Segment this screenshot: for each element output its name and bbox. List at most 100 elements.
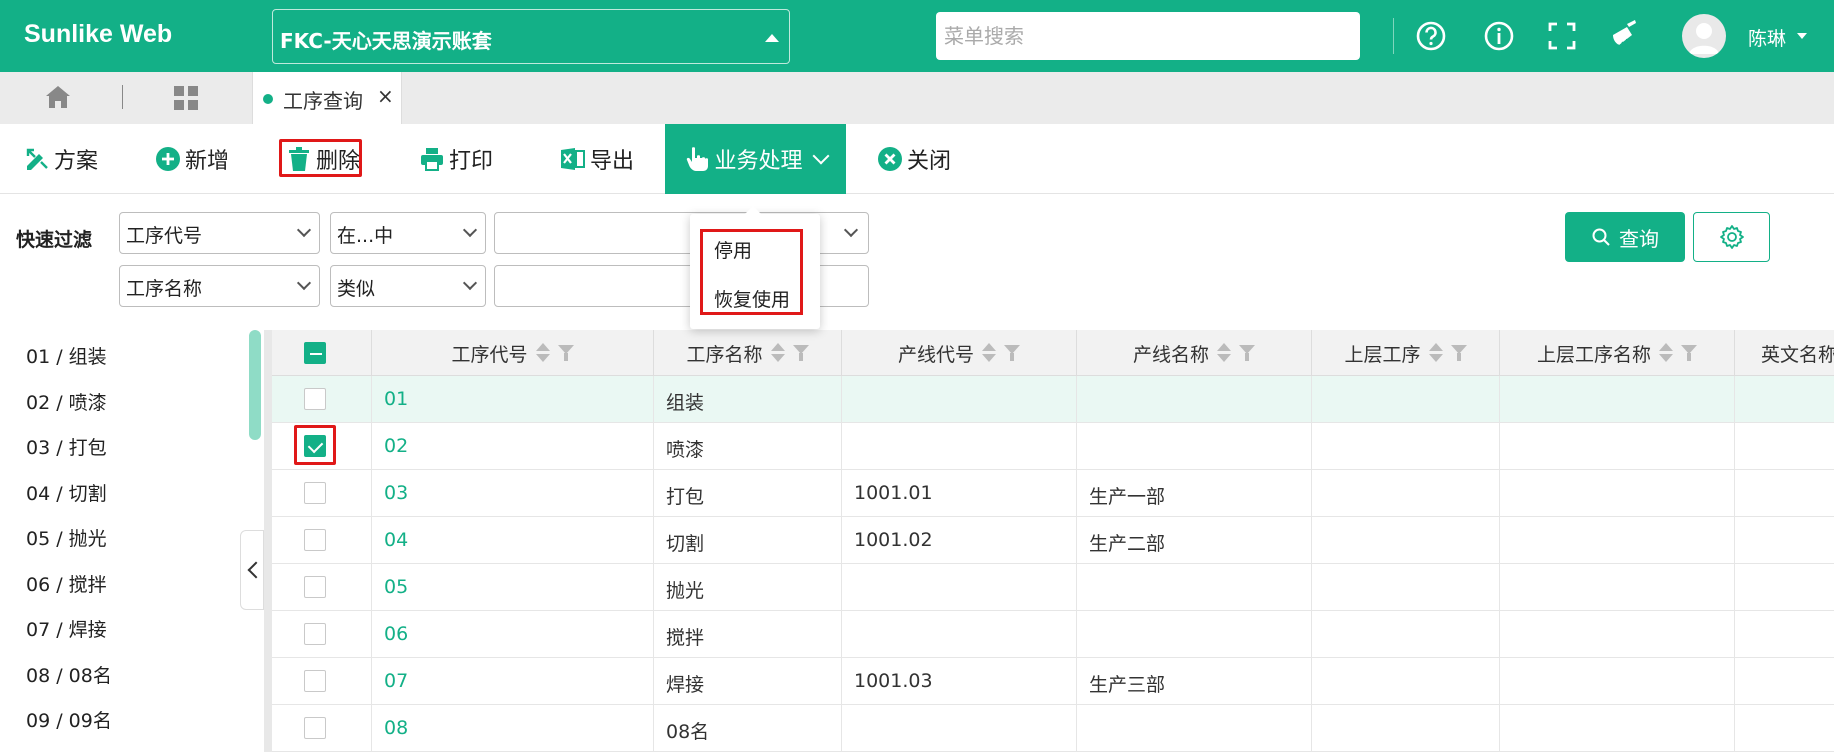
process-grid: 工序代号 工序名称 产线代号 产线名称 上层工序 上层工序名称 英文名称 01 … [272, 330, 1834, 752]
row-checkbox[interactable] [304, 670, 326, 692]
table-row[interactable]: 03 打包 1001.01 生产一部 [272, 470, 1834, 517]
query-button[interactable]: 查询 [1565, 212, 1685, 262]
filter-icon[interactable] [1681, 345, 1697, 361]
cell-code[interactable]: 07 [372, 658, 654, 704]
tab-process-query[interactable]: 工序查询 × [252, 72, 402, 124]
broom-clean-icon[interactable] [1605, 18, 1641, 54]
row-checkbox[interactable] [304, 623, 326, 645]
table-row[interactable]: 01 组装 [272, 376, 1834, 423]
sort-icon[interactable] [982, 342, 996, 364]
cell-line-code [842, 611, 1077, 657]
menu-search-input[interactable] [936, 12, 1360, 60]
add-button[interactable]: 新增 [155, 124, 229, 194]
column-header-name[interactable]: 工序名称 [654, 330, 842, 376]
chevron-left-icon [247, 561, 265, 579]
row-checkbox[interactable] [304, 482, 326, 504]
tab-divider [122, 85, 123, 109]
tree-item[interactable]: 03 / 打包 [26, 433, 107, 460]
filter-icon[interactable] [1004, 345, 1020, 361]
filter-operator-select-1[interactable]: 在...中 [330, 212, 486, 254]
settings-button[interactable] [1693, 212, 1770, 262]
filter-icon[interactable] [1239, 345, 1255, 361]
cell-parent [1312, 658, 1500, 704]
row-checkbox[interactable] [304, 576, 326, 598]
tree-item[interactable]: 06 / 搅拌 [26, 570, 107, 597]
table-row[interactable]: 06 搅拌 [272, 611, 1834, 658]
filter-field-value: 工序代号 [126, 225, 203, 247]
tab-strip: 工序查询 × [0, 72, 1834, 124]
sort-icon[interactable] [1428, 342, 1443, 364]
cell-name: 组装 [654, 376, 842, 422]
sort-icon[interactable] [1659, 342, 1673, 364]
help-icon[interactable] [1413, 18, 1449, 54]
row-checkbox[interactable] [304, 435, 326, 457]
tree-item[interactable]: 02 / 喷漆 [26, 388, 107, 415]
column-header-english-name[interactable]: 英文名称 [1735, 330, 1834, 376]
cell-code[interactable]: 03 [372, 470, 654, 516]
print-button[interactable]: 打印 [419, 124, 493, 194]
cell-code[interactable]: 06 [372, 611, 654, 657]
export-button[interactable]: 导出 [560, 124, 634, 194]
caret-down-icon[interactable] [1797, 33, 1807, 39]
column-title: 英文名称 [1761, 343, 1834, 366]
cell-line-code [842, 564, 1077, 610]
row-checkbox[interactable] [304, 388, 326, 410]
user-name[interactable]: 陈琳 [1748, 24, 1786, 51]
cell-code[interactable]: 01 [372, 376, 654, 422]
menu-item-disable[interactable]: 停用 [714, 236, 752, 263]
table-row[interactable]: 02 喷漆 [272, 423, 1834, 470]
cell-code[interactable]: 04 [372, 517, 654, 563]
cell-code[interactable]: 02 [372, 423, 654, 469]
cell-code[interactable]: 05 [372, 564, 654, 610]
column-header-line-name[interactable]: 产线名称 [1077, 330, 1312, 376]
cell-english-name [1735, 705, 1834, 751]
close-tab-icon[interactable]: × [377, 84, 394, 108]
column-header-code[interactable]: 工序代号 [372, 330, 654, 376]
row-checkbox[interactable] [304, 529, 326, 551]
business-menu-button[interactable]: 业务处理 [665, 124, 846, 194]
tree-item[interactable]: 04 / 切割 [26, 479, 107, 506]
filter-operator-select-2[interactable]: 类似 [330, 265, 486, 307]
row-checkbox[interactable] [304, 717, 326, 739]
filter-field-select-2[interactable]: 工序名称 [119, 265, 320, 307]
table-row[interactable]: 05 抛光 [272, 564, 1834, 611]
tree-item[interactable]: 07 / 焊接 [26, 615, 107, 642]
filter-icon[interactable] [557, 345, 574, 361]
apps-grid-icon[interactable] [173, 85, 199, 111]
home-icon[interactable] [44, 83, 72, 111]
info-icon[interactable] [1481, 18, 1517, 54]
panel-splitter[interactable] [264, 330, 272, 752]
column-header-parent-name[interactable]: 上层工序名称 [1500, 330, 1735, 376]
tree-scrollbar[interactable] [249, 330, 261, 440]
collapse-panel-button[interactable] [240, 530, 265, 610]
tree-item[interactable]: 08 / 08名 [26, 661, 112, 688]
fullscreen-icon[interactable] [1544, 18, 1580, 54]
brand-logo: Sunlike Web [24, 20, 173, 48]
tree-item[interactable]: 09 / 09名 [26, 706, 112, 733]
tree-item[interactable]: 05 / 抛光 [26, 524, 107, 551]
filter-field-select-1[interactable]: 工序代号 [119, 212, 320, 254]
filter-icon[interactable] [1450, 345, 1467, 361]
menu-item-restore[interactable]: 恢复使用 [714, 285, 790, 312]
sort-icon[interactable] [535, 342, 550, 364]
sort-icon[interactable] [1217, 342, 1231, 364]
table-row[interactable]: 07 焊接 1001.03 生产三部 [272, 658, 1834, 705]
select-all-checkbox[interactable] [304, 342, 326, 364]
sort-icon[interactable] [770, 342, 785, 364]
select-all-cell [272, 330, 372, 376]
column-header-line-code[interactable]: 产线代号 [842, 330, 1077, 376]
tree-item[interactable]: 01 / 组装 [26, 342, 107, 369]
cell-checkbox [272, 517, 372, 563]
filter-icon[interactable] [792, 345, 809, 361]
avatar[interactable] [1682, 14, 1726, 58]
account-selector[interactable]: FKC-天心天思演示账套 [272, 9, 790, 64]
cell-code[interactable]: 08 [372, 705, 654, 751]
cell-parent-name [1500, 470, 1735, 516]
column-header-parent[interactable]: 上层工序 [1312, 330, 1500, 376]
chevron-down-icon[interactable] [843, 222, 859, 238]
close-circle-icon [878, 147, 902, 171]
table-row[interactable]: 08 08名 [272, 705, 1834, 752]
table-row[interactable]: 04 切割 1001.02 生产二部 [272, 517, 1834, 564]
close-button[interactable]: 关闭 [877, 124, 951, 194]
scheme-button[interactable]: 方案 [24, 124, 98, 194]
